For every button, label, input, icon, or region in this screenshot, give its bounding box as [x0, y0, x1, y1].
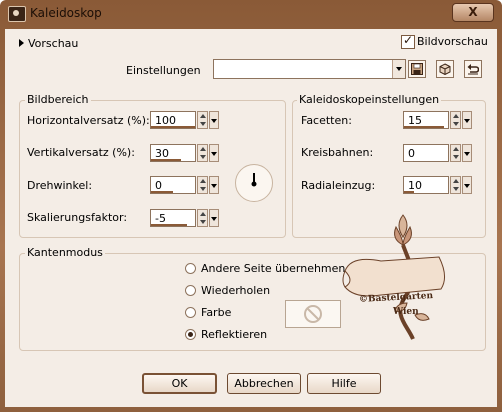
- title-bar[interactable]: Kaleidoskop X: [0, 0, 502, 28]
- radio-color[interactable]: [185, 307, 196, 318]
- dial-needle-icon: [251, 173, 257, 187]
- help-button[interactable]: Hilfe: [307, 373, 381, 394]
- show-preview-label: Bildvorschau: [417, 35, 488, 48]
- settings-combo[interactable]: [213, 59, 406, 79]
- radial-label: Radialeinzug:: [301, 179, 376, 192]
- preview-toggle[interactable]: Vorschau: [19, 37, 129, 51]
- updown-arrows-icon[interactable]: [450, 144, 461, 162]
- radio-repeat[interactable]: [185, 285, 196, 296]
- watermark-line2: Wien: [393, 307, 419, 317]
- dropdown-arrow-icon[interactable]: [209, 111, 219, 129]
- reset-button[interactable]: [464, 60, 482, 78]
- dropdown-arrow-icon[interactable]: [209, 144, 219, 162]
- radio-reflect-label[interactable]: Reflektieren: [201, 328, 267, 341]
- dialog-body: Vorschau Bildvorschau Einstellungen: [5, 29, 497, 407]
- updown-arrows-icon[interactable]: [450, 176, 461, 194]
- close-button[interactable]: X: [452, 3, 494, 22]
- orbits-input[interactable]: 0: [403, 144, 449, 162]
- image-area-title: Bildbereich: [25, 93, 91, 106]
- horizontal-offset-spinner[interactable]: 100: [150, 111, 219, 130]
- preview-label: Vorschau: [28, 37, 79, 50]
- dropdown-arrow-icon[interactable]: [462, 111, 472, 129]
- horizontal-offset-label: Horizontalversatz (%):: [27, 114, 150, 127]
- radio-color-label[interactable]: Farbe: [201, 306, 231, 319]
- ok-button[interactable]: OK: [142, 373, 217, 394]
- expand-triangle-icon: [19, 39, 24, 47]
- edge-mode-title: Kantenmodus: [25, 246, 105, 259]
- no-color-icon: [304, 305, 322, 323]
- app-icon: [8, 6, 26, 22]
- dialog-window: Kaleidoskop X Vorschau Bildvorschau Eins…: [0, 0, 502, 412]
- radio-reflect[interactable]: [185, 329, 196, 340]
- updown-arrows-icon[interactable]: [197, 111, 208, 129]
- color-swatch[interactable]: [285, 300, 341, 328]
- facets-label: Facetten:: [301, 114, 352, 127]
- cube-icon: [439, 63, 451, 75]
- watermark-logo: ©Bastelgarten Wien: [341, 207, 451, 343]
- window-title: Kaleidoskop: [30, 6, 102, 20]
- dropdown-arrow-icon[interactable]: [209, 176, 219, 194]
- kaleidoscope-title: Kaleidoskopeinstellungen: [297, 93, 442, 106]
- show-preview-checkbox[interactable]: [401, 33, 415, 49]
- settings-label: Einstellungen: [126, 64, 201, 77]
- radio-repeat-label[interactable]: Wiederholen: [201, 284, 270, 297]
- dropdown-arrow-icon[interactable]: [462, 144, 472, 162]
- rotation-spinner[interactable]: 0: [150, 176, 219, 195]
- load-preset-button[interactable]: [436, 60, 454, 78]
- flower-logo-icon: [342, 214, 445, 340]
- scale-spinner[interactable]: -5: [150, 209, 219, 228]
- floppy-disk-icon: [411, 63, 423, 75]
- updown-arrows-icon[interactable]: [197, 176, 208, 194]
- radial-spinner[interactable]: 10: [403, 176, 472, 195]
- updown-arrows-icon[interactable]: [450, 111, 461, 129]
- vertical-offset-spinner[interactable]: 30: [150, 144, 219, 163]
- rotation-label: Drehwinkel:: [27, 179, 93, 192]
- dropdown-arrow-icon[interactable]: [462, 176, 472, 194]
- cancel-button[interactable]: Abbrechen: [227, 373, 301, 394]
- undo-arrow-icon: [467, 64, 479, 75]
- updown-arrows-icon[interactable]: [197, 144, 208, 162]
- facets-spinner[interactable]: 15: [403, 111, 472, 130]
- chevron-down-icon[interactable]: [392, 60, 405, 78]
- radio-other-side[interactable]: [185, 263, 196, 274]
- vertical-offset-label: Vertikalversatz (%):: [27, 146, 135, 159]
- save-preset-button[interactable]: [408, 60, 426, 78]
- orbits-spinner[interactable]: 0: [403, 144, 472, 163]
- radio-other-side-label[interactable]: Andere Seite übernehmen: [201, 262, 345, 275]
- updown-arrows-icon[interactable]: [197, 209, 208, 227]
- rotation-dial[interactable]: [235, 164, 273, 202]
- orbits-label: Kreisbahnen:: [301, 146, 374, 159]
- scale-label: Skalierungsfaktor:: [27, 211, 128, 224]
- dropdown-arrow-icon[interactable]: [209, 209, 219, 227]
